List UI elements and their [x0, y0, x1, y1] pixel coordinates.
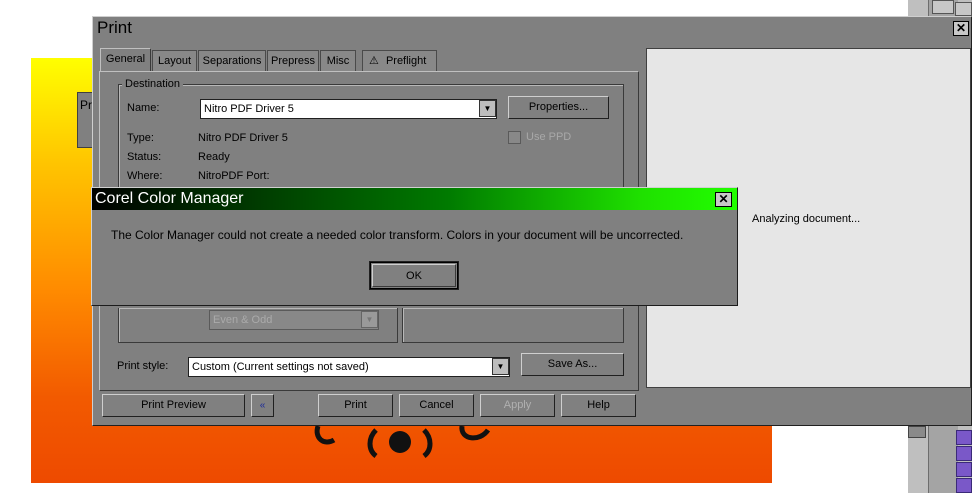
print-preview-button[interactable]: Print Preview: [102, 394, 245, 417]
palette-swatch[interactable]: [956, 430, 972, 445]
tab-misc[interactable]: Misc: [320, 50, 356, 71]
where-label: Where:: [127, 170, 163, 182]
color-manager-message: The Color Manager could not create a nee…: [111, 228, 684, 242]
destination-group-label: Destination: [122, 78, 184, 90]
close-icon[interactable]: ✕: [953, 21, 969, 36]
artwork-mascot-shape: [314, 425, 491, 458]
palette-swatch[interactable]: [956, 446, 972, 461]
preflight-icon: ⚠: [369, 55, 379, 67]
tab-general[interactable]: General: [100, 48, 151, 72]
type-value: Nitro PDF Driver 5: [198, 132, 288, 144]
palette-swatch[interactable]: [956, 478, 972, 493]
printer-name-select[interactable]: Nitro PDF Driver 5: [200, 99, 497, 119]
status-label: Status:: [127, 151, 162, 163]
chevron-down-icon[interactable]: ▼: [361, 311, 378, 328]
save-as-button[interactable]: Save As...: [521, 353, 624, 376]
cancel-button[interactable]: Cancel: [399, 394, 474, 417]
type-label: Type:: [127, 132, 154, 144]
print-dialog-title: Print: [97, 18, 132, 37]
use-ppd-checkbox[interactable]: [508, 131, 521, 144]
color-manager-title: Corel Color Manager: [95, 190, 244, 207]
color-manager-titlebar[interactable]: Corel Color Manager ✕: [92, 188, 737, 210]
even-odd-select[interactable]: Even & Odd: [209, 310, 379, 330]
ok-button-label: OK: [372, 264, 456, 287]
print-dialog-titlebar[interactable]: Print ✕: [93, 17, 971, 39]
ok-button[interactable]: OK: [369, 261, 459, 290]
apply-button[interactable]: Apply: [480, 394, 555, 417]
chevron-down-icon[interactable]: ▼: [492, 358, 509, 375]
tab-separations[interactable]: Separations: [198, 50, 266, 71]
tab-prepress[interactable]: Prepress: [267, 50, 319, 71]
tab-preflight-label: Preflight: [385, 55, 427, 67]
docker-scrollbar-thumb[interactable]: [908, 426, 926, 438]
properties-button[interactable]: Properties...: [508, 96, 609, 119]
docker-f-icon[interactable]: [932, 0, 954, 14]
close-icon[interactable]: ✕: [715, 192, 732, 207]
background-toolbar-label: Pr: [80, 98, 92, 112]
print-style-label: Print style:: [117, 360, 169, 372]
copies-group: [402, 308, 624, 343]
print-style-select[interactable]: Custom (Current settings not saved): [188, 357, 510, 377]
docker-envelope-icon[interactable]: [955, 2, 972, 16]
palette-swatch[interactable]: [956, 462, 972, 477]
tab-preflight[interactable]: ⚠ Preflight: [362, 50, 437, 71]
chevron-down-icon[interactable]: ▼: [479, 100, 496, 117]
color-manager-dialog: Corel Color Manager ✕ The Color Manager …: [91, 187, 738, 306]
preview-status-text: Analyzing document...: [752, 213, 861, 225]
name-label: Name:: [127, 102, 160, 114]
where-value: NitroPDF Port:: [198, 170, 270, 182]
use-ppd-label: Use PPD: [526, 131, 572, 143]
print-button[interactable]: Print: [318, 394, 393, 417]
collapse-preview-icon[interactable]: «: [251, 394, 274, 417]
status-value: Ready: [198, 151, 230, 163]
tab-layout[interactable]: Layout: [152, 50, 197, 71]
help-button[interactable]: Help: [561, 394, 636, 417]
